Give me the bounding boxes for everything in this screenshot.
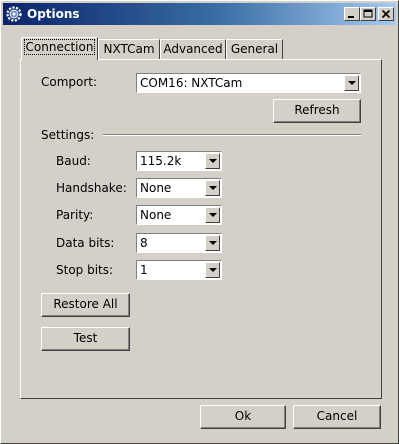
tab-advanced-label: Advanced [163,42,223,56]
data-bits-select[interactable]: 8 [136,233,222,253]
test-button[interactable]: Test [41,327,130,351]
handshake-value: None [140,181,172,195]
close-button[interactable] [378,7,394,21]
handshake-label: Handshake: [56,181,127,195]
tab-nxtcam[interactable]: NXTCam [98,39,160,59]
window-title: Options [27,7,80,21]
chevron-down-icon[interactable] [344,75,359,91]
maximize-button[interactable] [360,7,376,21]
connection-panel: Comport: COM16: NXTCam Refresh Settings:… [20,59,382,399]
parity-select[interactable]: None [136,205,222,225]
minimize-button[interactable] [344,7,360,21]
comport-value: COM16: NXTCam [140,76,243,90]
baud-select[interactable]: 115.2k [136,151,222,171]
handshake-select[interactable]: None [136,178,222,198]
tab-connection-label: Connection [23,39,96,55]
baud-label: Baud: [56,154,91,168]
settings-label: Settings: [41,128,95,142]
restore-all-button[interactable]: Restore All [41,293,130,317]
tab-general-label: General [230,42,279,56]
chevron-down-icon[interactable] [205,235,220,251]
data-bits-label: Data bits: [56,236,115,250]
gear-icon [6,6,22,22]
refresh-button[interactable]: Refresh [273,99,361,123]
maximize-icon [363,9,373,18]
chevron-down-icon[interactable] [205,153,220,169]
minimize-icon [348,16,354,18]
stop-bits-value: 1 [140,263,148,277]
ok-button[interactable]: Ok [200,405,286,429]
stop-bits-label: Stop bits: [56,263,114,277]
chevron-down-icon[interactable] [205,262,220,278]
close-icon [381,9,391,19]
chevron-down-icon[interactable] [205,207,220,223]
tab-general[interactable]: General [226,39,283,59]
parity-label: Parity: [56,208,94,222]
title-bar[interactable]: Options [3,3,396,25]
parity-value: None [140,208,172,222]
tab-connection[interactable]: Connection [21,37,98,60]
comport-label: Comport: [41,75,98,89]
cancel-button[interactable]: Cancel [293,405,381,429]
stop-bits-select[interactable]: 1 [136,260,222,280]
tab-nxtcam-label: NXTCam [103,42,155,56]
chevron-down-icon[interactable] [205,180,220,196]
options-window: Options Connection NXTCam Advanced Gener… [0,0,399,444]
baud-value: 115.2k [140,154,182,168]
tab-advanced[interactable]: Advanced [160,39,226,59]
data-bits-value: 8 [140,236,148,250]
settings-separator [103,134,361,136]
comport-select[interactable]: COM16: NXTCam [136,73,361,93]
